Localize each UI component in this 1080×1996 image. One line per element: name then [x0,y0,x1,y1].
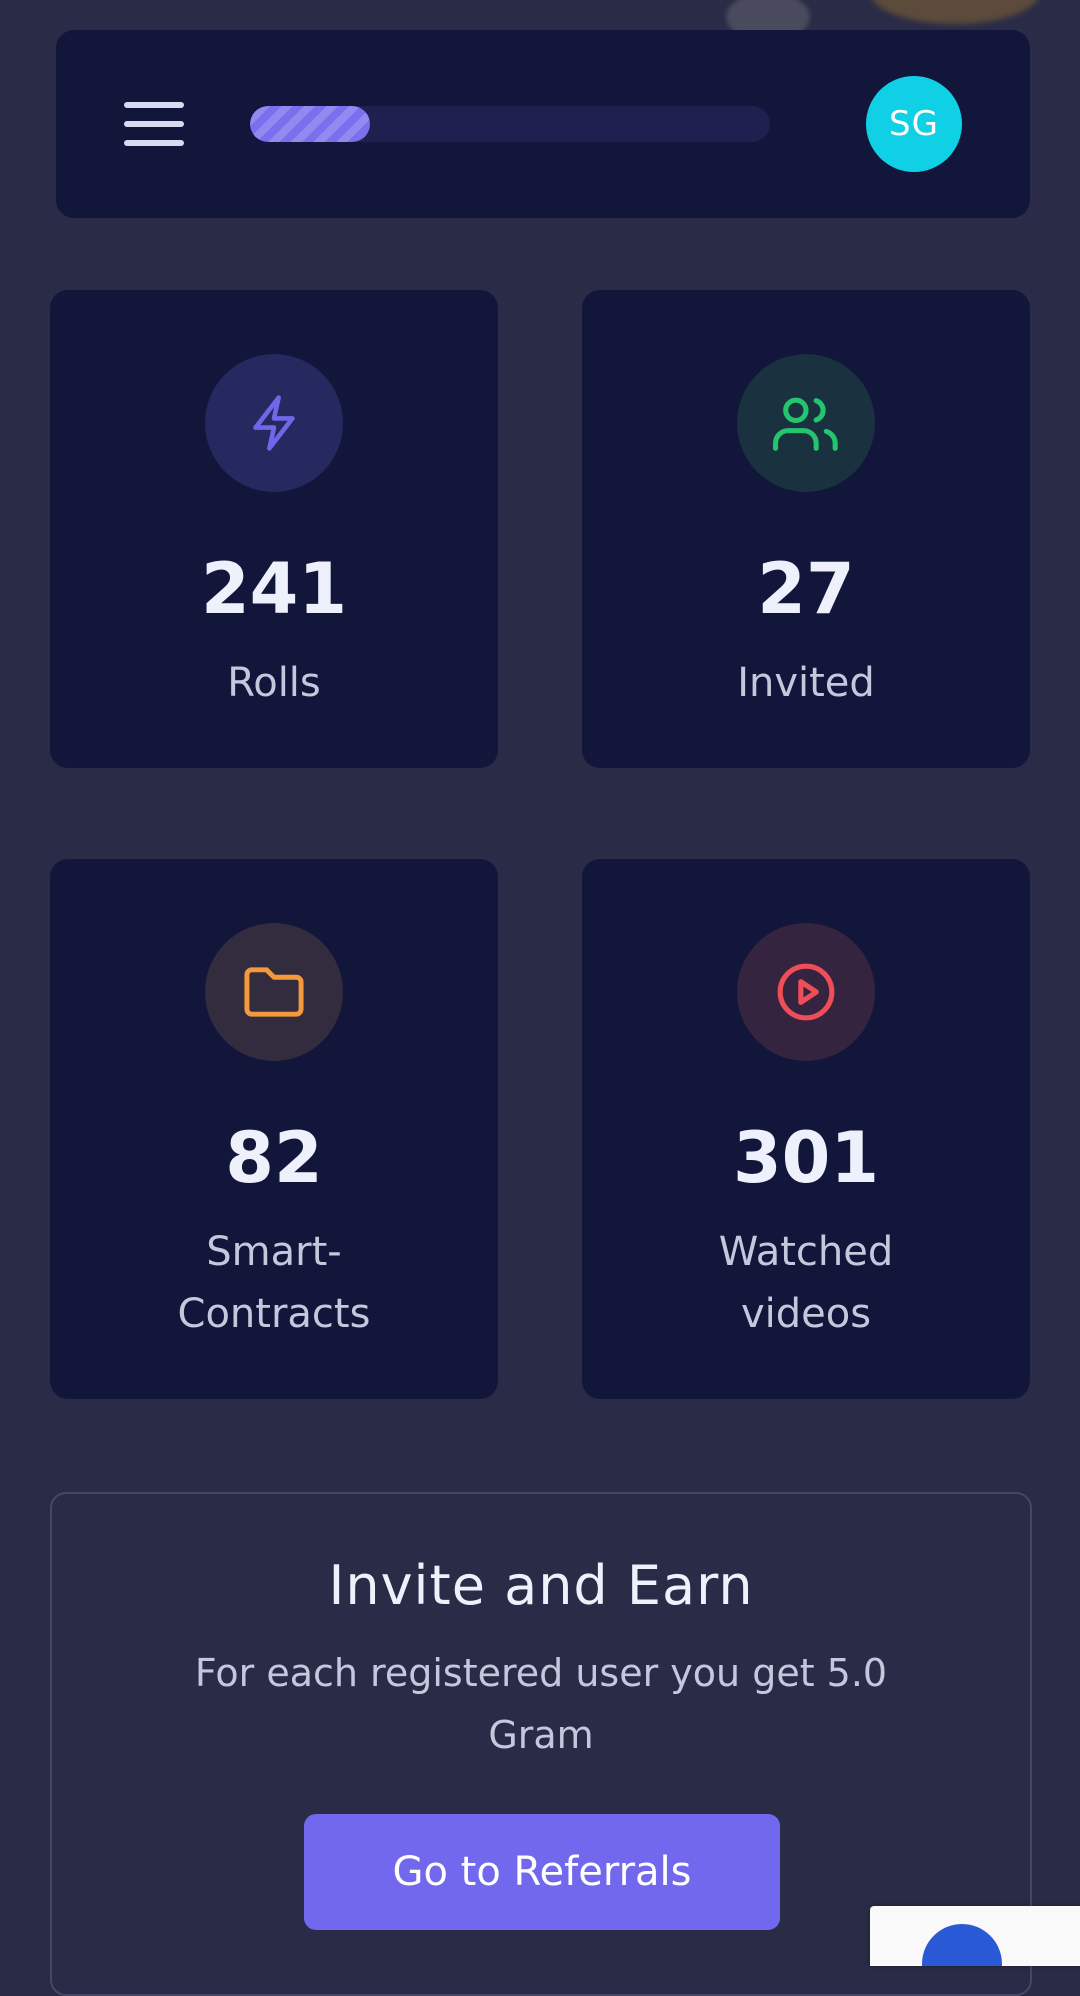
stat-card-smart-contracts: 82 Smart- Contracts [50,859,498,1399]
invite-description: For each registered user you get 5.0 Gra… [194,1651,888,1757]
stat-label: Watched videos [718,1229,894,1337]
play-circle-icon [777,963,835,1021]
stat-label: Rolls [227,660,321,706]
stat-icon-circle [737,354,875,492]
stat-card-rolls: 241 Rolls [50,290,498,768]
stat-card-watched-videos: 301 Watched videos [582,859,1030,1399]
go-to-referrals-button[interactable]: Go to Referrals [304,1814,780,1930]
avatar[interactable]: SG [866,76,962,172]
background-shape [870,0,1040,24]
stat-label: Smart- Contracts [177,1229,371,1337]
progress-fill [250,106,370,142]
lightning-icon [253,395,295,451]
stat-value: 27 [757,548,855,630]
stat-value: 301 [732,1117,880,1199]
recaptcha-badge[interactable] [870,1906,1080,1966]
folder-icon [244,967,304,1017]
menu-icon[interactable] [118,96,190,152]
recaptcha-icon [922,1924,1002,1966]
stat-icon-circle [205,923,343,1061]
users-icon [773,397,838,451]
stat-value: 82 [225,1117,323,1199]
stat-card-invited: 27 Invited [582,290,1030,768]
progress-bar [250,106,770,142]
stat-label: Invited [737,660,875,706]
stat-icon-circle [205,354,343,492]
stat-icon-circle [737,923,875,1061]
stat-value: 241 [200,548,348,630]
invite-title: Invite and Earn [328,1554,754,1617]
